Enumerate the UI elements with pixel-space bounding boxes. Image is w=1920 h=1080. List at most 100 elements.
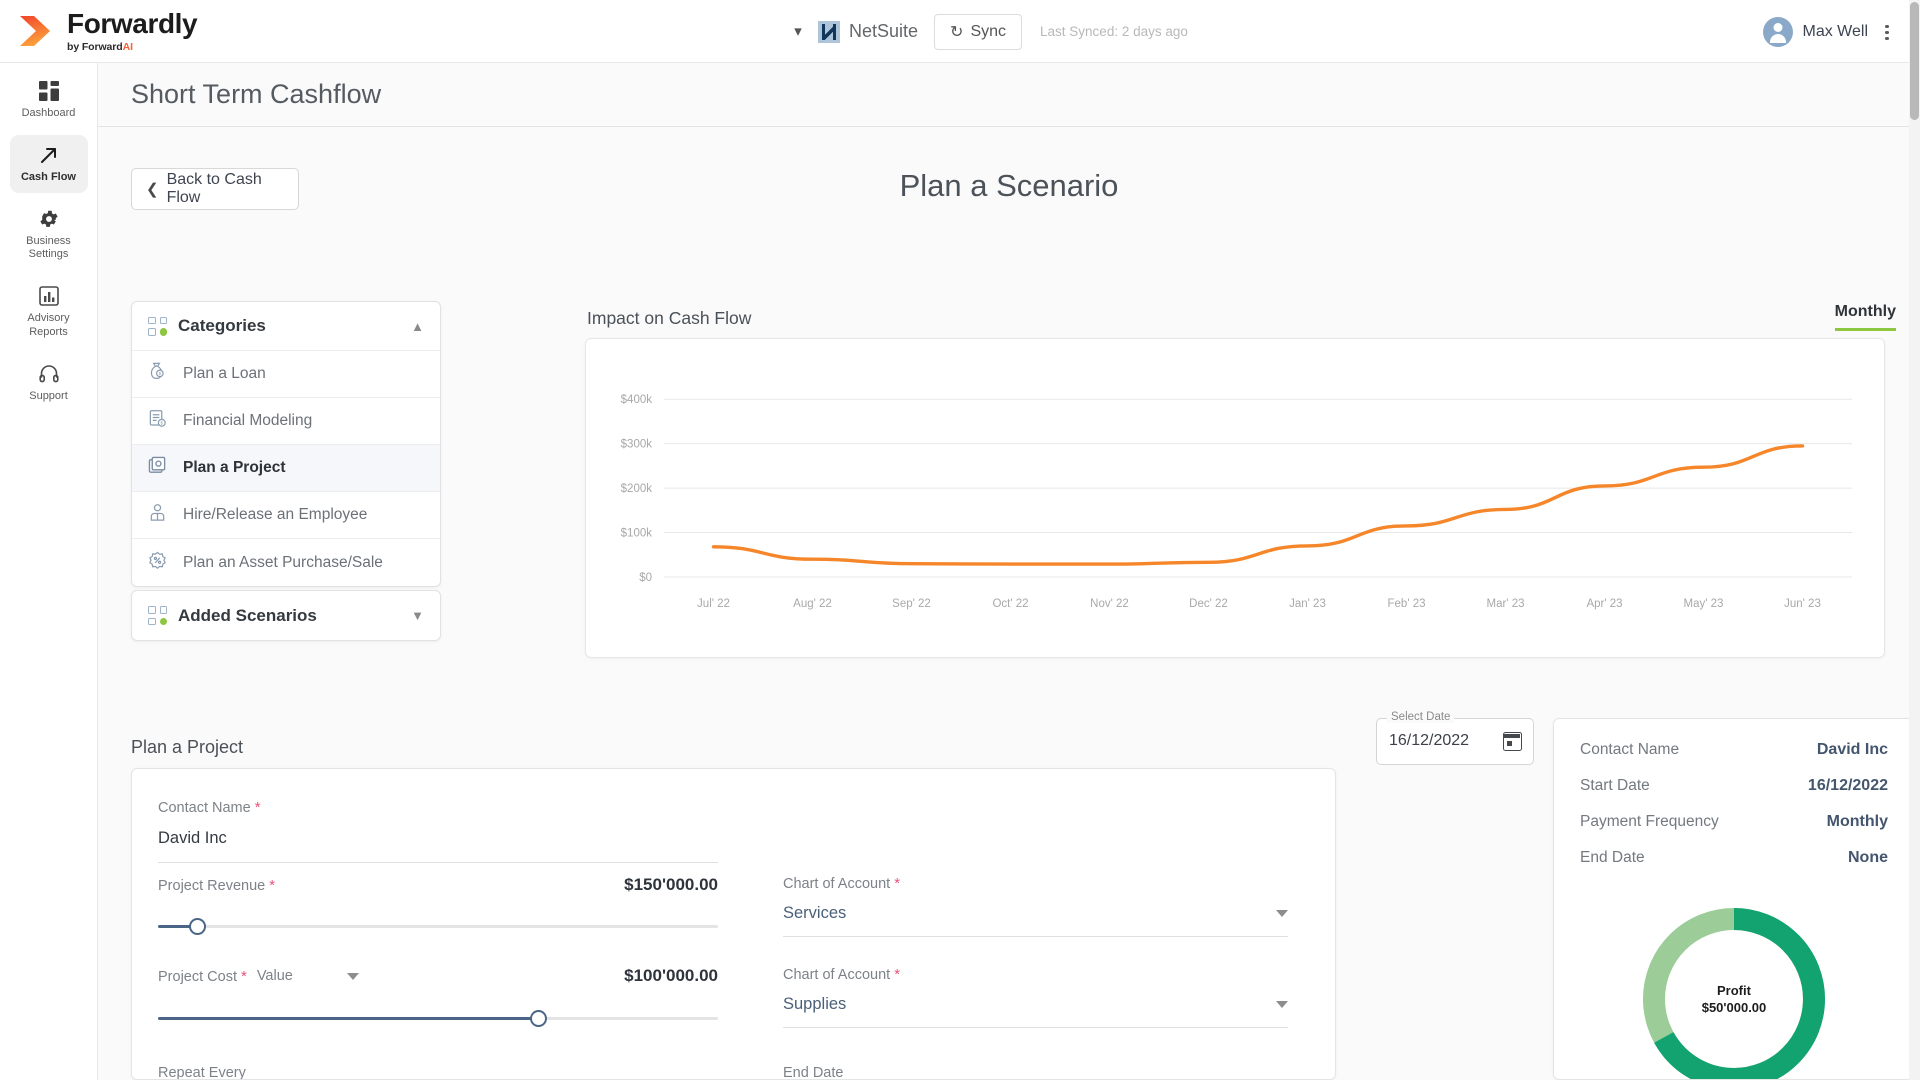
app-logo[interactable]: Forwardly by ForwardAI (18, 10, 197, 53)
svg-text:Jun' 23: Jun' 23 (1784, 598, 1821, 610)
summary-key: End Date (1580, 849, 1645, 867)
svg-text:$300k: $300k (621, 439, 653, 451)
erp-selector[interactable]: NetSuite (818, 21, 918, 43)
category-item-plan-a-loan[interactable]: $ Plan a Loan (132, 351, 440, 398)
category-item-hire-release-employee[interactable]: Hire/Release an Employee (132, 492, 440, 539)
category-item-plan-a-project[interactable]: Plan a Project (132, 445, 440, 492)
sync-button[interactable]: ↻ Sync (934, 14, 1022, 50)
category-label: Plan a Loan (183, 365, 266, 383)
sidebar-rail: Dashboard Cash Flow Business Settings Ad… (0, 63, 98, 1080)
slider-knob[interactable] (189, 918, 206, 935)
sidebar-item-support[interactable]: Support (10, 354, 88, 412)
brand-tagline: by ForwardAI (67, 41, 197, 53)
slider-knob[interactable] (530, 1010, 547, 1027)
svg-text:Nov' 22: Nov' 22 (1090, 598, 1129, 610)
project-image-icon (148, 456, 169, 480)
sidebar-item-dashboard[interactable]: Dashboard (10, 71, 88, 129)
more-options-icon[interactable] (1878, 21, 1896, 43)
last-synced-text: Last Synced: 2 days ago (1040, 24, 1188, 39)
svg-text:Mar' 23: Mar' 23 (1487, 598, 1525, 610)
summary-value: Monthly (1827, 813, 1888, 831)
sidebar-label-cash-flow: Cash Flow (21, 171, 76, 185)
plan-a-project-form: Contact Name* David Inc Project Revenue*… (131, 768, 1336, 1080)
chart-of-account-revenue-value[interactable]: Services (783, 904, 846, 923)
category-label: Hire/Release an Employee (183, 506, 367, 524)
avatar (1763, 17, 1793, 47)
tab-monthly[interactable]: Monthly (1835, 303, 1896, 331)
chevron-down-icon[interactable]: ▾ (790, 24, 806, 40)
added-scenarios-header[interactable]: Added Scenarios ▼ (132, 591, 440, 640)
svg-text:May' 23: May' 23 (1684, 598, 1724, 610)
chart-of-account-cost-label: Chart of Account* (783, 966, 1288, 983)
chevron-down-icon[interactable] (347, 973, 359, 980)
page-content: Short Term Cashflow ❮ Back to Cash Flow … (98, 63, 1920, 1080)
project-cost-slider[interactable] (158, 1008, 718, 1032)
erp-toolbar: ▾ NetSuite ↻ Sync Last Synced: 2 days ag… (790, 0, 1188, 63)
contact-name-input[interactable]: David Inc (158, 829, 718, 848)
sidebar-item-advisory-reports[interactable]: Advisory Reports (10, 276, 88, 348)
category-label: Financial Modeling (183, 412, 312, 430)
select-date-legend: Select Date (1387, 711, 1454, 723)
user-menu[interactable]: Max Well (1763, 0, 1897, 63)
sidebar-item-business-settings[interactable]: Business Settings (10, 199, 88, 271)
erp-name: NetSuite (849, 21, 918, 42)
added-scenarios-panel: Added Scenarios ▼ (131, 590, 441, 641)
scenario-summary-panel: Contact Name David Inc Start Date 16/12/… (1553, 718, 1915, 1080)
summary-value: 16/12/2022 (1808, 777, 1888, 795)
svg-text:$100k: $100k (621, 528, 653, 540)
sync-icon: ↻ (950, 22, 963, 42)
svg-text:$400k: $400k (621, 394, 653, 406)
cashflow-line-chart: $0$100k$200k$300k$400kJul' 22Aug' 22Sep'… (586, 339, 1884, 657)
gear-icon (38, 208, 60, 230)
summary-key: Payment Frequency (1580, 813, 1719, 831)
svg-text:Feb' 23: Feb' 23 (1388, 598, 1426, 610)
project-revenue-group: Project Revenue* $150'000.00 (158, 875, 718, 940)
grid-icon (148, 317, 167, 336)
summary-key: Contact Name (1580, 741, 1679, 759)
category-item-financial-modeling[interactable]: $ Financial Modeling (132, 398, 440, 445)
chart-of-account-cost-underline (783, 1027, 1288, 1028)
project-revenue-slider[interactable] (158, 916, 718, 940)
category-item-plan-asset-purchase-sale[interactable]: Plan an Asset Purchase/Sale (132, 539, 440, 586)
summary-key: Start Date (1580, 777, 1650, 795)
chevron-down-icon[interactable] (1276, 1001, 1288, 1008)
money-bag-icon: $ (148, 362, 169, 386)
repeat-every-label: Repeat Every (158, 1065, 246, 1080)
categories-title: Categories (178, 316, 411, 336)
contact-name-group: Contact Name* David Inc (158, 799, 718, 863)
svg-text:Dec' 22: Dec' 22 (1189, 598, 1228, 610)
svg-text:$200k: $200k (621, 483, 653, 495)
select-date-field[interactable]: Select Date 16/12/2022 (1376, 718, 1534, 765)
svg-text:Sep' 22: Sep' 22 (892, 598, 931, 610)
sidebar-label-business-settings: Business Settings (12, 235, 86, 263)
brand-name: Forwardly (67, 10, 197, 38)
sidebar-item-cash-flow[interactable]: Cash Flow (10, 135, 88, 193)
project-cost-mode[interactable]: Value (257, 968, 293, 984)
donut-value: $50'000.00 (1634, 1000, 1834, 1015)
chart-of-account-cost-value[interactable]: Supplies (783, 995, 846, 1014)
sync-label: Sync (970, 23, 1006, 41)
svg-text:Apr' 23: Apr' 23 (1586, 598, 1622, 610)
slider-track (158, 925, 718, 928)
slider-fill (158, 1017, 539, 1020)
user-name: Max Well (1803, 23, 1869, 41)
sidebar-label-support: Support (29, 390, 68, 404)
chevron-down-icon[interactable]: ▼ (411, 608, 424, 623)
chart-of-account-revenue-underline (783, 936, 1288, 937)
calendar-icon[interactable] (1503, 732, 1522, 751)
chevron-down-icon[interactable] (1276, 910, 1288, 917)
categories-header[interactable]: Categories ▲ (132, 302, 440, 351)
scrollbar-thumb[interactable] (1910, 2, 1919, 120)
contact-name-underline (158, 862, 718, 863)
sidebar-label-dashboard: Dashboard (22, 107, 76, 121)
summary-row: Start Date 16/12/2022 (1580, 777, 1888, 795)
donut-title: Profit (1634, 983, 1834, 998)
top-bar: Forwardly by ForwardAI ▾ NetSuite ↻ Sync… (0, 0, 1920, 63)
bar-chart-icon (38, 285, 60, 307)
svg-text:Oct' 22: Oct' 22 (992, 598, 1028, 610)
page-scrollbar[interactable] (1909, 0, 1920, 1080)
summary-row: Payment Frequency Monthly (1580, 813, 1888, 831)
chevron-up-icon[interactable]: ▲ (411, 319, 424, 334)
svg-text:Aug' 22: Aug' 22 (793, 598, 832, 610)
profit-donut-chart: Profit $50'000.00 (1634, 899, 1834, 1080)
